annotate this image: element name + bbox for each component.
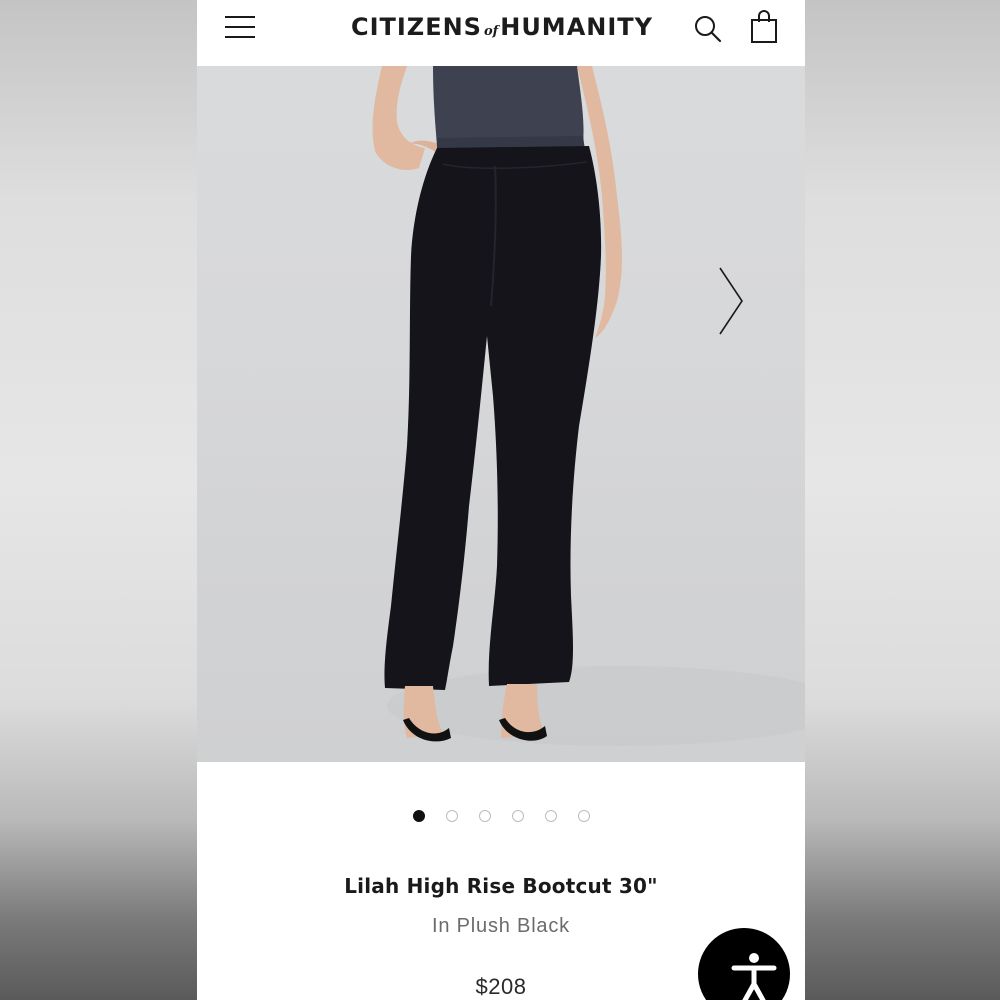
model-wearing-jeans-illustration [372,66,805,746]
chevron-right-icon[interactable] [712,266,752,336]
shopping-bag-icon[interactable] [749,10,779,44]
accessibility-icon [731,953,777,1000]
carousel-dots [197,810,805,828]
mobile-screen: CITIZENS ofHUMANITY Lilah High Rise Boot… [197,0,805,1000]
carousel-dot[interactable] [577,810,590,822]
brand-word-of: of [483,24,499,39]
brand-word-citizens: CITIZENS [350,13,482,41]
accessibility-button[interactable] [698,928,790,1000]
site-header: CITIZENS ofHUMANITY [197,0,805,66]
brand-logo[interactable]: CITIZENS ofHUMANITY [337,12,667,42]
carousel-dot[interactable] [511,810,524,822]
carousel-dot[interactable] [544,810,557,822]
carousel-dot[interactable] [412,810,425,822]
background-blur-left [0,0,197,1000]
brand-word-humanity: HUMANITY [500,13,654,41]
carousel-dot[interactable] [478,810,491,822]
search-icon[interactable] [693,14,723,44]
product-name: Lilah High Rise Bootcut 30" [344,874,658,898]
background-blur-right [805,0,1000,1000]
hamburger-menu-icon[interactable] [223,12,257,42]
product-image[interactable] [197,66,805,762]
carousel-dot[interactable] [445,810,458,822]
